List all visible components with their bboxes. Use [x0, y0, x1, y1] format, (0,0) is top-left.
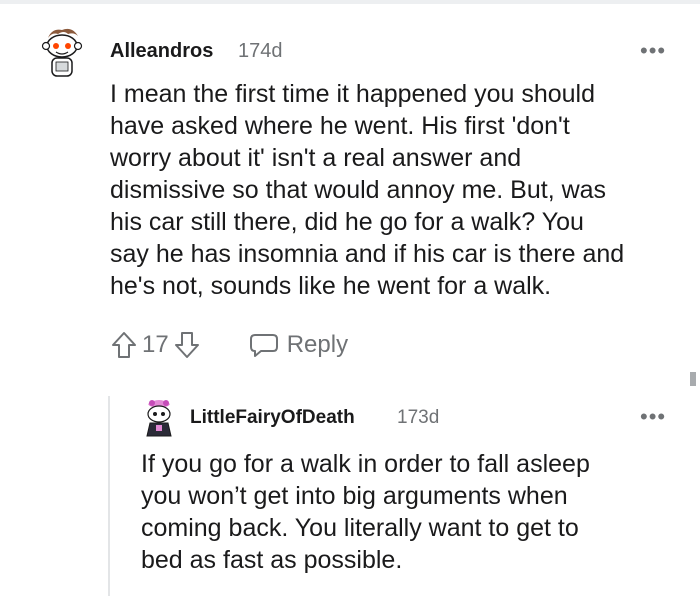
thread-line[interactable]: [108, 396, 110, 596]
reply-bubble-icon: [249, 334, 278, 357]
vote-count: 17: [142, 331, 169, 358]
body-line: If you go for a walk in order to fall as…: [141, 450, 590, 478]
more-options-icon[interactable]: •••: [640, 40, 666, 62]
top-divider: [0, 0, 700, 4]
body-line: worry about it' isn't a real answer and: [110, 144, 522, 172]
reply-label: Reply: [286, 331, 349, 358]
comment-actions: 17 Reply: [110, 330, 348, 360]
downvote-icon[interactable]: [173, 331, 201, 359]
snoo-avatar-icon: [146, 400, 172, 437]
comment-age: 174d: [238, 40, 283, 62]
body-line: I mean the first time it happened you sh…: [110, 80, 596, 108]
upvote-icon[interactable]: [110, 331, 138, 359]
scrollbar-thumb[interactable]: [690, 372, 696, 386]
body-line: you won’t get into big arguments when: [141, 482, 568, 510]
body-line: say he has insomnia and if his car is th…: [110, 240, 625, 268]
avatar[interactable]: [38, 24, 86, 80]
reply-author[interactable]: LittleFairyOfDeath: [190, 407, 355, 429]
snoo-avatar-icon: [41, 28, 83, 77]
comment-author[interactable]: Alleandros: [110, 40, 213, 63]
avatar[interactable]: [142, 398, 176, 438]
comment-body: I mean the first time it happened you sh…: [110, 78, 624, 302]
body-line: coming back. You literally want to get t…: [141, 514, 579, 542]
body-line: have asked where he went. His first 'don…: [110, 112, 570, 140]
reply-button[interactable]: Reply: [249, 331, 348, 359]
body-line: bed as fast as possible.: [141, 546, 403, 574]
reply-age: 173d: [397, 407, 440, 428]
more-options-icon[interactable]: •••: [640, 406, 666, 428]
body-line: his car still there, did he go for a wal…: [110, 208, 584, 236]
reply-body: If you go for a walk in order to fall as…: [141, 448, 590, 576]
body-line: he's not, sounds like he went for a walk…: [110, 272, 552, 300]
body-line: dismissive so that would annoy me. But, …: [110, 176, 607, 204]
